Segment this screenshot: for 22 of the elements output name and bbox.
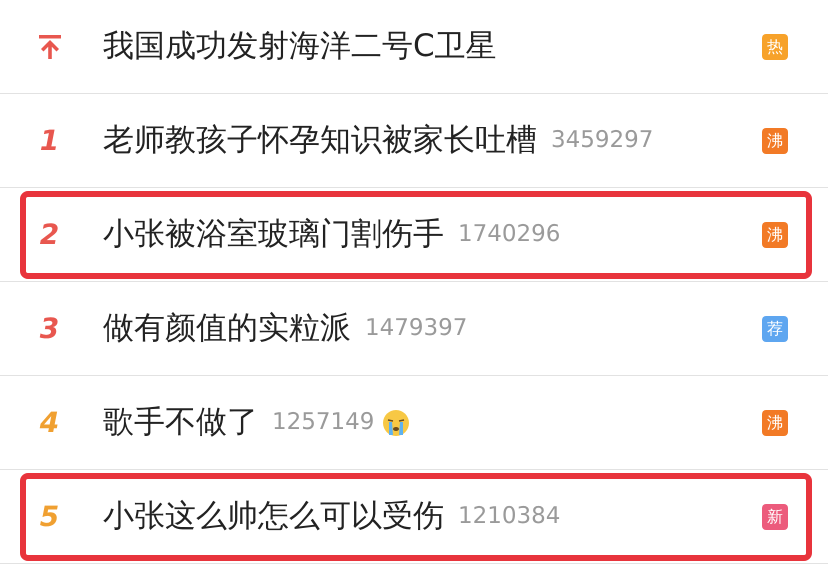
search-count: 3459297 xyxy=(551,126,654,156)
topic-title[interactable]: 小张这么帅怎么可以受伤 xyxy=(103,493,444,540)
rank-number: 5 xyxy=(40,498,60,534)
topic-title[interactable]: 我国成功发射海洋二号C卫星 xyxy=(103,23,497,70)
topic-title[interactable]: 做有颜值的实粒派 xyxy=(103,305,351,352)
rank-number: 3 xyxy=(40,310,60,346)
topic-title[interactable]: 老师教孩子怀孕知识被家长吐槽 xyxy=(103,117,537,164)
topic-title[interactable]: 小张被浴室玻璃门割伤手 xyxy=(103,211,444,258)
rank-number: 4 xyxy=(40,404,60,440)
search-count: 1479397 xyxy=(365,314,468,344)
rank-number: 2 xyxy=(40,216,60,252)
topic-badge: 热 xyxy=(762,34,788,60)
topic-title[interactable]: 歌手不做了 xyxy=(103,399,258,446)
topic-badge: 荐 xyxy=(762,316,788,342)
topic-badge: 新 xyxy=(762,504,788,530)
search-count: 1740296 xyxy=(458,220,560,250)
search-count: 1257149 xyxy=(272,408,374,438)
topic-badge: 沸 xyxy=(762,410,788,436)
topic-badge: 沸 xyxy=(762,128,788,154)
rank-number: 1 xyxy=(40,122,60,158)
search-count: 1210384 xyxy=(458,502,560,532)
topic-badge: 沸 xyxy=(762,222,788,248)
